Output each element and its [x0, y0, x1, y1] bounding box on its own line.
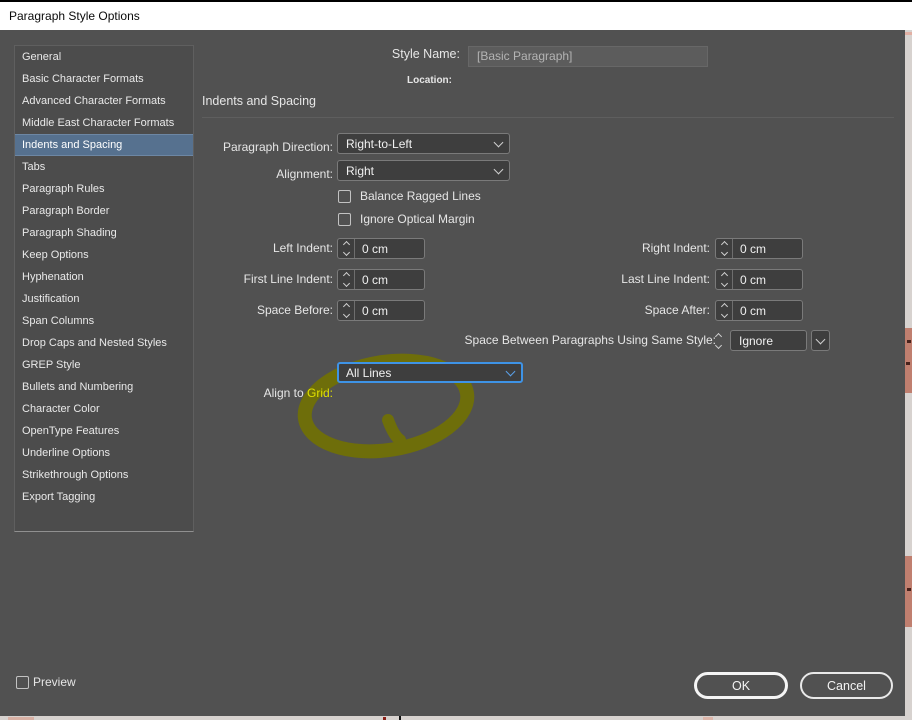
stepper-down-icon[interactable] [720, 310, 728, 319]
sidebar-item-paragraph-border[interactable]: Paragraph Border [15, 200, 193, 222]
right-indent-label: Right Indent: [641, 241, 710, 255]
left-indent-field[interactable]: 0 cm [337, 238, 425, 259]
first-line-indent-field[interactable]: 0 cm [337, 269, 425, 290]
ignore-optical-margin-checkbox[interactable] [338, 213, 351, 226]
left-indent-value[interactable]: 0 cm [355, 239, 424, 258]
stepper-up-icon[interactable] [720, 302, 728, 311]
sidebar-item-underline-options[interactable]: Underline Options [15, 442, 193, 464]
space-between-same-style-dropdown[interactable]: Ignore [730, 330, 807, 351]
paragraph-style-options-dialog: General Basic Character Formats Advanced C… [0, 30, 905, 716]
alignment-label: Alignment: [276, 167, 333, 181]
stepper[interactable] [714, 332, 723, 350]
first-line-indent-value[interactable]: 0 cm [355, 270, 424, 289]
align-to-grid-label-grid: Grid: [306, 386, 333, 400]
space-after-value[interactable]: 0 cm [733, 301, 802, 320]
space-before-value[interactable]: 0 cm [355, 301, 424, 320]
stepper-up-icon[interactable] [342, 240, 350, 249]
background-doc-fragment [905, 32, 912, 35]
right-indent-field[interactable]: 0 cm [715, 238, 803, 259]
stepper[interactable] [716, 270, 733, 289]
sidebar-item-drop-caps-and-nested-styles[interactable]: Drop Caps and Nested Styles [15, 332, 193, 354]
stepper[interactable] [338, 270, 355, 289]
sidebar-item-advanced-character-formats[interactable]: Advanced Character Formats [15, 90, 193, 112]
stepper-up-icon[interactable] [342, 271, 350, 280]
left-indent-label: Left Indent: [272, 241, 333, 255]
preview-label: Preview [33, 675, 76, 689]
stepper[interactable] [338, 301, 355, 320]
background-doc-fragment [907, 340, 911, 343]
first-line-indent-label: First Line Indent: [243, 272, 333, 286]
space-after-field[interactable]: 0 cm [715, 300, 803, 321]
align-to-grid-value: All Lines [346, 365, 392, 380]
stepper[interactable] [716, 301, 733, 320]
align-to-grid-label: Align to Grid: [133, 362, 333, 425]
location-label: Location: [407, 75, 452, 86]
last-line-indent-value[interactable]: 0 cm [733, 270, 802, 289]
align-to-grid-dropdown[interactable]: All Lines [337, 362, 523, 383]
paragraph-direction-value: Right-to-Left [346, 136, 413, 151]
space-between-same-style-label: Space Between Paragraphs Using Same Styl… [464, 333, 716, 347]
space-after-label: Space After: [644, 303, 710, 317]
balance-ragged-lines-checkbox[interactable] [338, 190, 351, 203]
sidebar-item-export-tagging[interactable]: Export Tagging [15, 486, 193, 508]
style-name-label: Style Name: [391, 47, 460, 61]
chevron-down-icon [493, 134, 504, 153]
window-title: Paragraph Style Options [9, 9, 140, 23]
space-before-label: Space Before: [256, 303, 333, 317]
preview-checkbox[interactable] [16, 676, 29, 689]
stepper-down-icon[interactable] [342, 248, 350, 257]
background-app-bottom-strip [0, 716, 905, 720]
alignment-value: Right [346, 163, 375, 178]
space-before-field[interactable]: 0 cm [337, 300, 425, 321]
right-indent-value[interactable]: 0 cm [733, 239, 802, 258]
chevron-down-icon [815, 334, 826, 345]
stepper-down-icon[interactable] [720, 279, 728, 288]
space-between-same-style-value: Ignore [739, 333, 774, 348]
paragraph-direction-dropdown[interactable]: Right-to-Left [337, 133, 510, 154]
background-doc-fragment [399, 716, 401, 720]
stepper-down-icon[interactable] [342, 310, 350, 319]
ignore-optical-margin-label: Ignore Optical Margin [360, 212, 475, 226]
sidebar-item-basic-character-formats[interactable]: Basic Character Formats [15, 68, 193, 90]
sidebar-item-general[interactable]: General [15, 46, 193, 68]
last-line-indent-label: Last Line Indent: [621, 272, 710, 286]
background-doc-fragment [905, 556, 912, 627]
cancel-button[interactable]: Cancel [800, 672, 893, 699]
chevron-down-icon [505, 364, 516, 381]
paragraph-direction-label: Paragraph Direction: [222, 140, 333, 154]
background-doc-fragment [906, 362, 910, 365]
sidebar-item-strikethrough-options[interactable]: Strikethrough Options [15, 464, 193, 486]
stepper-up-icon[interactable] [720, 271, 728, 280]
background-doc-fragment [907, 588, 911, 591]
space-between-same-style-chevron[interactable] [811, 330, 830, 351]
stepper-down-icon[interactable] [720, 248, 728, 257]
background-doc-fragment [905, 328, 912, 393]
section-divider [202, 117, 894, 118]
style-name-input[interactable]: [Basic Paragraph] [468, 46, 708, 67]
window-titlebar: Paragraph Style Options [0, 0, 912, 30]
sidebar-item-middle-east-character-formats[interactable]: Middle East Character Formats [15, 112, 193, 134]
stepper-up-icon[interactable] [342, 302, 350, 311]
last-line-indent-field[interactable]: 0 cm [715, 269, 803, 290]
stepper[interactable] [716, 239, 733, 258]
stepper-down-icon[interactable] [714, 341, 723, 350]
stepper-up-icon[interactable] [720, 240, 728, 249]
balance-ragged-lines-label: Balance Ragged Lines [360, 189, 481, 203]
stepper-down-icon[interactable] [342, 279, 350, 288]
alignment-dropdown[interactable]: Right [337, 160, 510, 181]
ok-button[interactable]: OK [694, 672, 788, 699]
section-title: Indents and Spacing [202, 94, 316, 108]
stepper[interactable] [338, 239, 355, 258]
stepper-up-icon[interactable] [714, 332, 723, 341]
align-to-grid-label-prefix: Align to [263, 386, 307, 400]
chevron-down-icon [493, 161, 504, 180]
